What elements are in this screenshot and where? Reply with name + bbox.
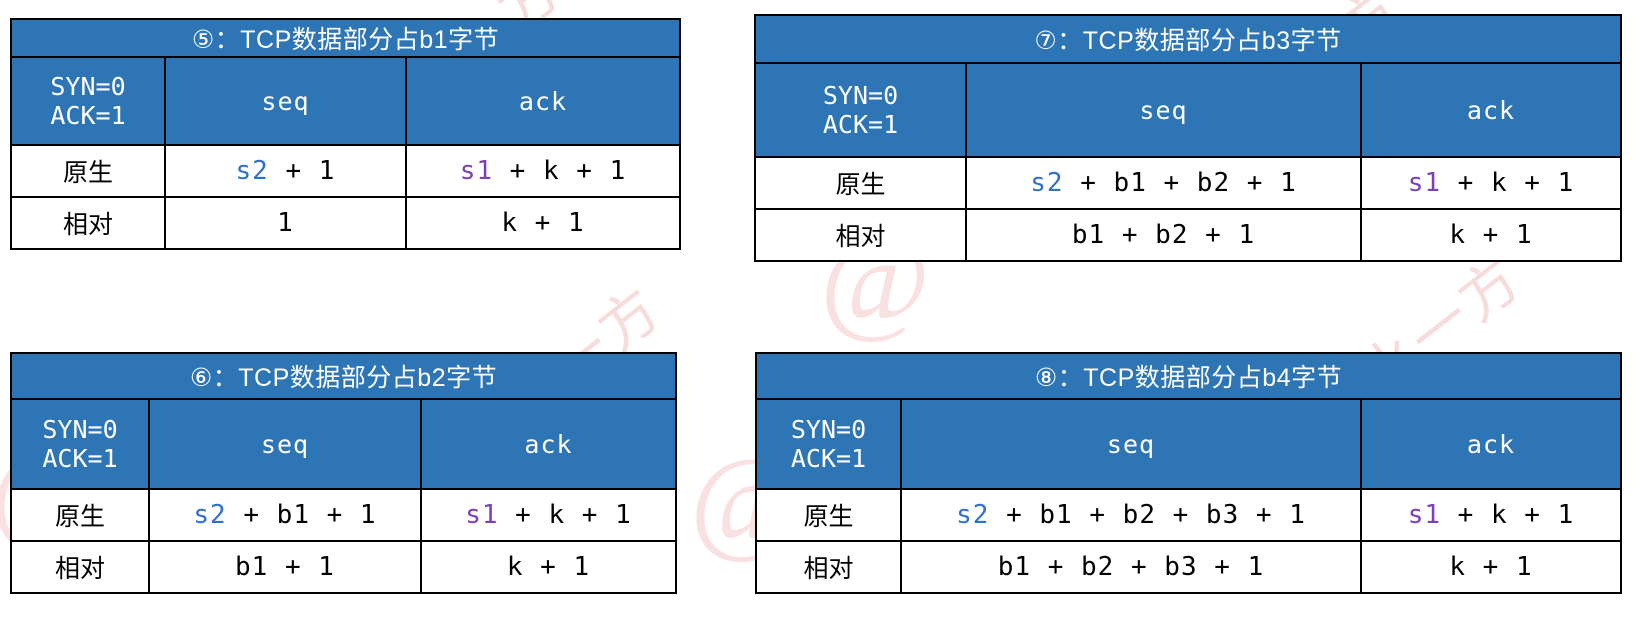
row-label: 原生: [755, 488, 902, 542]
table-title: ⑧：TCP数据部分占b4字节: [755, 352, 1622, 400]
cell-ack: k + 1: [405, 196, 681, 250]
column-header-seq: seq: [164, 56, 407, 146]
table-title: ⑥：TCP数据部分占b2字节: [10, 352, 677, 400]
table-row: 相对 1 k + 1: [10, 196, 681, 250]
var-s1: s1: [1407, 168, 1442, 198]
table-title: ⑤：TCP数据部分占b1字节: [10, 18, 681, 58]
var-s2: s2: [193, 500, 227, 530]
var-s2: s2: [235, 156, 269, 186]
var-s1: s1: [1407, 500, 1442, 530]
table-row: 相对 b1 + b2 + 1 k + 1: [754, 208, 1622, 262]
table-6: ⑥：TCP数据部分占b2字节 SYN=0 ACK=1 seq ack 原生 s2…: [10, 352, 677, 594]
expr-rest: + 1: [268, 156, 336, 186]
var-s1: s1: [465, 500, 499, 530]
row-label: 原生: [10, 488, 150, 542]
table-title: ⑦：TCP数据部分占b3字节: [754, 14, 1622, 64]
column-header-seq: seq: [965, 62, 1362, 158]
table-row: 原生 s2 + b1 + b2 + 1 s1 + k + 1: [754, 156, 1622, 210]
cell-ack: s1 + k + 1: [405, 144, 681, 198]
column-header-ack: ack: [420, 398, 677, 490]
table-row: 相对 b1 + 1 k + 1: [10, 540, 677, 594]
cell-ack: k + 1: [420, 540, 677, 594]
flags-cell: SYN=0 ACK=1: [10, 398, 150, 490]
table-row-title: ⑦：TCP数据部分占b3字节: [754, 14, 1622, 64]
cell-seq: b1 + b2 + b3 + 1: [900, 540, 1362, 594]
table-row: 相对 b1 + b2 + b3 + 1 k + 1: [755, 540, 1622, 594]
row-label: 相对: [755, 540, 902, 594]
table-row-title: ⑤：TCP数据部分占b1字节: [10, 18, 681, 58]
cell-ack: s1 + k + 1: [420, 488, 677, 542]
flag-syn: SYN=0: [50, 72, 126, 101]
column-header-seq: seq: [900, 398, 1362, 490]
var-s2: s2: [956, 500, 990, 530]
column-header-seq: seq: [148, 398, 422, 490]
cell-ack: s1 + k + 1: [1360, 488, 1622, 542]
row-label: 相对: [754, 208, 967, 262]
expr-rest: + k + 1: [1441, 500, 1575, 530]
column-header-ack: ack: [405, 56, 681, 146]
flag-ack: ACK=1: [790, 444, 867, 473]
column-header-ack: ack: [1360, 62, 1622, 158]
cell-seq: s2 + b1 + b2 + b3 + 1: [900, 488, 1362, 542]
var-s2: s2: [1030, 168, 1064, 198]
cell-seq: s2 + b1 + 1: [148, 488, 422, 542]
table-7: ⑦：TCP数据部分占b3字节 SYN=0 ACK=1 seq ack 原生 s2…: [754, 14, 1622, 262]
expr-rest: b1 + b2 + b3 + 1: [997, 552, 1265, 582]
expr-rest: k + 1: [1449, 220, 1533, 250]
row-label: 原生: [754, 156, 967, 210]
table-8: ⑧：TCP数据部分占b4字节 SYN=0 ACK=1 seq ack 原生 s2…: [755, 352, 1622, 594]
expr-rest: b1 + b2 + 1: [1071, 220, 1256, 250]
row-label: 相对: [10, 540, 150, 594]
cell-seq: b1 + 1: [148, 540, 422, 594]
flag-ack: ACK=1: [42, 444, 118, 473]
table-row-header: SYN=0 ACK=1 seq ack: [10, 398, 677, 490]
var-s1: s1: [459, 156, 494, 186]
expr-rest: + b1 + 1: [226, 500, 377, 530]
expr-rest: k + 1: [506, 552, 591, 582]
cell-seq: 1: [164, 196, 407, 250]
cell-seq: s2 + b1 + b2 + 1: [965, 156, 1362, 210]
expr-rest: k + 1: [501, 208, 585, 238]
expr-rest: b1 + 1: [235, 552, 335, 582]
expr-rest: + k + 1: [498, 500, 632, 530]
flag-syn: SYN=0: [822, 81, 899, 110]
cell-seq: s2 + 1: [164, 144, 407, 198]
expr-rest: 1: [277, 208, 294, 238]
flags-cell: SYN=0 ACK=1: [754, 62, 967, 158]
column-header-ack: ack: [1360, 398, 1622, 490]
expr-rest: k + 1: [1449, 552, 1533, 582]
row-label: 原生: [10, 144, 166, 198]
table-row: 原生 s2 + b1 + b2 + b3 + 1 s1 + k + 1: [755, 488, 1622, 542]
table-row-header: SYN=0 ACK=1 seq ack: [10, 56, 681, 146]
flag-ack: ACK=1: [50, 101, 126, 130]
cell-ack: k + 1: [1360, 540, 1622, 594]
flags-cell: SYN=0 ACK=1: [755, 398, 902, 490]
cell-ack: k + 1: [1360, 208, 1622, 262]
cell-ack: s1 + k + 1: [1360, 156, 1622, 210]
expr-rest: + b1 + b2 + 1: [1063, 168, 1297, 198]
row-label: 相对: [10, 196, 166, 250]
flag-syn: SYN=0: [42, 415, 118, 444]
table-row: 原生 s2 + b1 + 1 s1 + k + 1: [10, 488, 677, 542]
table-row-header: SYN=0 ACK=1 seq ack: [754, 62, 1622, 158]
flags-cell: SYN=0 ACK=1: [10, 56, 166, 146]
cell-seq: b1 + b2 + 1: [965, 208, 1362, 262]
flag-ack: ACK=1: [822, 110, 899, 139]
table-row-header: SYN=0 ACK=1 seq ack: [755, 398, 1622, 490]
expr-rest: + k + 1: [493, 156, 627, 186]
table-row: 原生 s2 + 1 s1 + k + 1: [10, 144, 681, 198]
flag-syn: SYN=0: [790, 415, 867, 444]
table-5: ⑤：TCP数据部分占b1字节 SYN=0 ACK=1 seq ack 原生 s2…: [10, 18, 681, 250]
table-row-title: ⑥：TCP数据部分占b2字节: [10, 352, 677, 400]
table-row-title: ⑧：TCP数据部分占b4字节: [755, 352, 1622, 400]
expr-rest: + b1 + b2 + b3 + 1: [989, 500, 1306, 530]
expr-rest: + k + 1: [1441, 168, 1575, 198]
